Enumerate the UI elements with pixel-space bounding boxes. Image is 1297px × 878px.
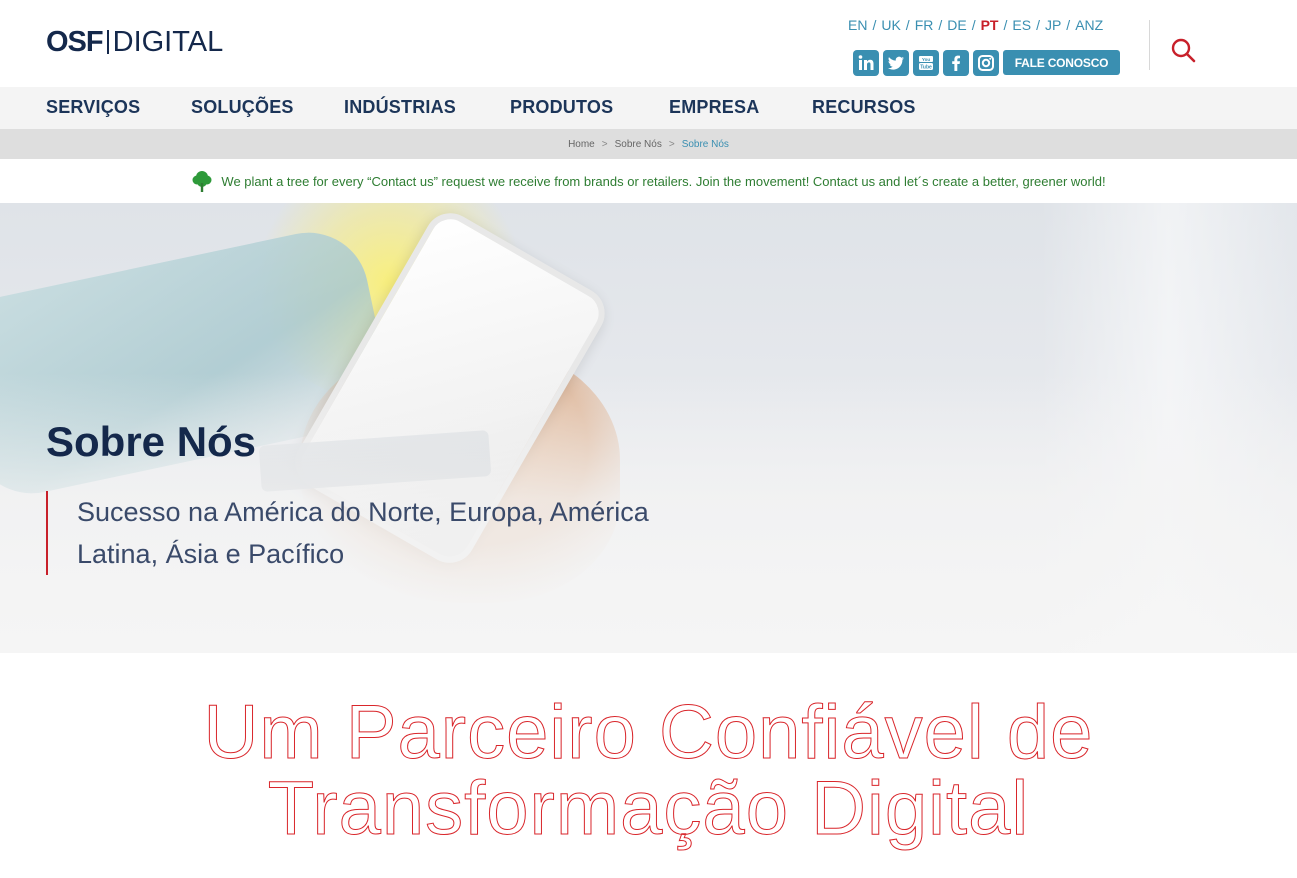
lang-de[interactable]: DE <box>947 17 966 33</box>
breadcrumb: Home > Sobre Nós > Sobre Nós <box>0 129 1297 159</box>
lang-separator: / <box>1066 17 1071 33</box>
lang-anz[interactable]: ANZ <box>1075 17 1103 33</box>
svg-text:You: You <box>922 57 930 62</box>
social-links: You Tube <box>853 50 999 76</box>
tree-banner-text[interactable]: We plant a tree for every “Contact us” r… <box>221 174 1105 189</box>
lang-en[interactable]: EN <box>848 17 867 33</box>
lang-separator: / <box>971 17 976 33</box>
section-headline: Um Parceiro Confiável de Transformação D… <box>203 690 1094 851</box>
lang-pt[interactable]: PT <box>981 17 999 33</box>
breadcrumb-separator: > <box>668 138 675 150</box>
nav-item-empresa[interactable]: EMPRESA <box>669 97 759 118</box>
site-header: OSF DIGITAL EN / UK / FR / DE / PT / ES … <box>0 0 1297 87</box>
tree-banner: We plant a tree for every “Contact us” r… <box>0 159 1297 203</box>
breadcrumb-current: Sobre Nós <box>681 138 729 150</box>
tree-icon <box>191 169 213 193</box>
instagram-icon[interactable] <box>973 50 999 76</box>
hero-section: Sobre Nós Sucesso na América do Norte, E… <box>0 203 1297 653</box>
lang-jp[interactable]: JP <box>1045 17 1061 33</box>
youtube-icon[interactable]: You Tube <box>913 50 939 76</box>
osf-digital-logo[interactable]: OSF DIGITAL <box>46 25 224 58</box>
lang-separator: / <box>1003 17 1008 33</box>
breadcrumb-sobre-nos[interactable]: Sobre Nós <box>615 139 662 150</box>
language-switcher: EN / UK / FR / DE / PT / ES / JP / ANZ <box>848 17 1108 33</box>
lang-separator: / <box>872 17 877 33</box>
contact-us-button[interactable]: FALE CONOSCO <box>1003 50 1120 75</box>
facebook-icon[interactable] <box>943 50 969 76</box>
lang-separator: / <box>1036 17 1040 33</box>
linkedin-icon[interactable] <box>853 50 879 76</box>
nav-item-servicos[interactable]: SERVIÇOS <box>46 97 140 118</box>
lang-es[interactable]: ES <box>1012 17 1031 33</box>
nav-item-industrias[interactable]: INDÚSTRIAS <box>344 97 456 118</box>
search-icon[interactable] <box>1170 37 1196 63</box>
breadcrumb-home[interactable]: Home <box>568 139 595 150</box>
page-title: Sobre Nós <box>46 418 257 465</box>
main-nav: SERVIÇOS SOLUÇÕES INDÚSTRIAS PRODUTOS EM… <box>0 87 1297 129</box>
nav-item-solucoes[interactable]: SOLUÇÕES <box>191 97 294 118</box>
hero-subtitle: Sucesso na América do Norte, Europa, Amé… <box>77 497 649 569</box>
lang-separator: / <box>905 17 910 33</box>
lang-separator: / <box>938 17 943 33</box>
nav-item-recursos[interactable]: RECURSOS <box>812 97 916 118</box>
nav-item-produtos[interactable]: PRODUTOS <box>510 97 613 118</box>
logo-text-digital: DIGITAL <box>112 25 224 58</box>
hero-accent-line <box>46 491 48 575</box>
lang-fr[interactable]: FR <box>915 17 934 33</box>
logo-divider <box>106 30 109 54</box>
twitter-icon[interactable] <box>883 50 909 76</box>
header-divider <box>1149 20 1150 70</box>
logo-text-osf: OSF <box>46 25 104 58</box>
lang-uk[interactable]: UK <box>881 17 900 33</box>
svg-text:Tube: Tube <box>920 65 932 71</box>
breadcrumb-separator: > <box>601 138 608 150</box>
